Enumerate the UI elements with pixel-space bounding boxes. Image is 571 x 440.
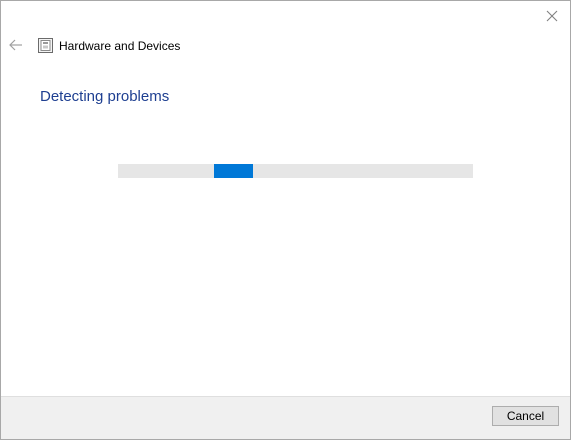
hardware-devices-icon xyxy=(38,38,53,53)
back-button[interactable] xyxy=(8,37,24,53)
footer-bar: Cancel xyxy=(1,396,570,439)
page-heading: Detecting problems xyxy=(40,88,170,105)
close-button[interactable] xyxy=(542,6,562,26)
back-arrow-icon xyxy=(9,39,22,51)
progress-bar xyxy=(118,164,473,178)
close-icon xyxy=(546,10,558,22)
window-title: Hardware and Devices xyxy=(59,39,181,53)
troubleshooter-window: Hardware and Devices Detecting problems … xyxy=(0,0,571,440)
progress-indicator xyxy=(214,164,253,178)
cancel-button[interactable]: Cancel xyxy=(492,406,559,426)
